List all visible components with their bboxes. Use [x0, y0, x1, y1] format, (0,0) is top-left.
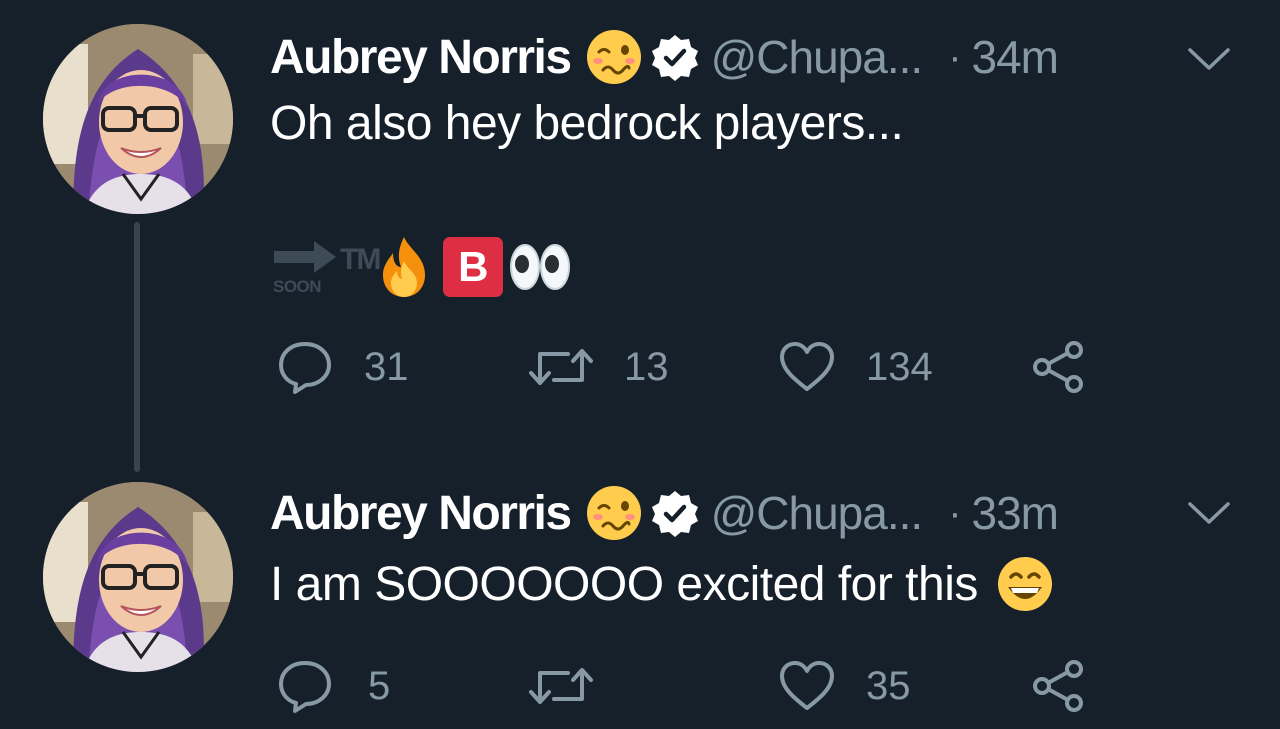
- like-count: 134: [866, 344, 933, 389]
- separator-dot: ·: [948, 490, 962, 535]
- like-icon: [780, 661, 834, 710]
- retweet-icon: [529, 668, 593, 704]
- tweet[interactable]: Aubrey Norris @Chupa... · 34m Oh also he…: [0, 0, 1280, 460]
- woozy-face-icon: [585, 28, 643, 86]
- reply-count: 31: [364, 344, 409, 389]
- chevron-down-icon[interactable]: [1186, 498, 1232, 528]
- separator-dot: ·: [948, 34, 962, 79]
- reply-button[interactable]: 5: [276, 656, 390, 716]
- b-button-icon: B: [443, 237, 504, 297]
- retweet-button[interactable]: [528, 656, 624, 716]
- avatar[interactable]: [43, 482, 233, 672]
- tweet-header: Aubrey Norris @Chupa... · 34m: [270, 22, 1059, 92]
- verified-badge-icon: [651, 33, 699, 81]
- share-icon: [1033, 660, 1083, 712]
- tweet-timestamp[interactable]: 33m: [972, 486, 1059, 540]
- like-count: 35: [866, 663, 911, 708]
- tweet-header: Aubrey Norris @Chupa... · 33m: [270, 478, 1059, 548]
- reply-icon: [279, 661, 331, 713]
- tweet-thread: Aubrey Norris @Chupa... · 34m Oh also he…: [0, 0, 1280, 729]
- like-button[interactable]: 134: [778, 337, 933, 397]
- display-name[interactable]: Aubrey Norris: [270, 30, 572, 85]
- share-button[interactable]: [1030, 656, 1086, 716]
- tweet-text: Oh also hey bedrock players...: [270, 97, 904, 150]
- grinning-face-icon: [996, 555, 1054, 613]
- share-icon: [1033, 341, 1083, 393]
- retweet-button[interactable]: 13: [528, 337, 669, 397]
- retweet-count: 13: [624, 344, 669, 389]
- user-handle[interactable]: @Chupa...: [711, 30, 924, 84]
- soon-arrow-icon: SOON: [270, 235, 342, 299]
- reply-button[interactable]: 31: [276, 337, 409, 397]
- trademark-icon: TM: [340, 243, 381, 276]
- tweet-text: I am SOOOOOOO excited for this: [270, 557, 978, 611]
- soon-label: SOON: [273, 277, 322, 296]
- woozy-face-icon: [585, 484, 643, 542]
- user-handle[interactable]: @Chupa...: [711, 486, 924, 540]
- fire-icon: [375, 235, 433, 299]
- verified-badge-icon: [651, 489, 699, 537]
- tweet-actions: 31 13 134: [270, 337, 1170, 397]
- avatar[interactable]: [43, 24, 233, 214]
- reply-count: 5: [368, 663, 391, 708]
- tweet[interactable]: Aubrey Norris @Chupa... · 33m I am SOOOO…: [0, 460, 1280, 729]
- share-button[interactable]: [1030, 337, 1086, 397]
- retweet-icon: [529, 349, 593, 385]
- tweet-emoji-row: SOON TM B: [270, 232, 571, 302]
- tweet-actions: 5 35: [270, 656, 1170, 716]
- tweet-timestamp[interactable]: 34m: [972, 30, 1059, 84]
- display-name[interactable]: Aubrey Norris: [270, 486, 572, 541]
- eyes-icon: [509, 242, 571, 292]
- tweet-text-row: I am SOOOOOOO excited for this: [270, 555, 1054, 613]
- like-button[interactable]: 35: [778, 656, 911, 716]
- chevron-down-icon[interactable]: [1186, 44, 1232, 74]
- reply-icon: [279, 342, 331, 394]
- like-icon: [780, 342, 834, 391]
